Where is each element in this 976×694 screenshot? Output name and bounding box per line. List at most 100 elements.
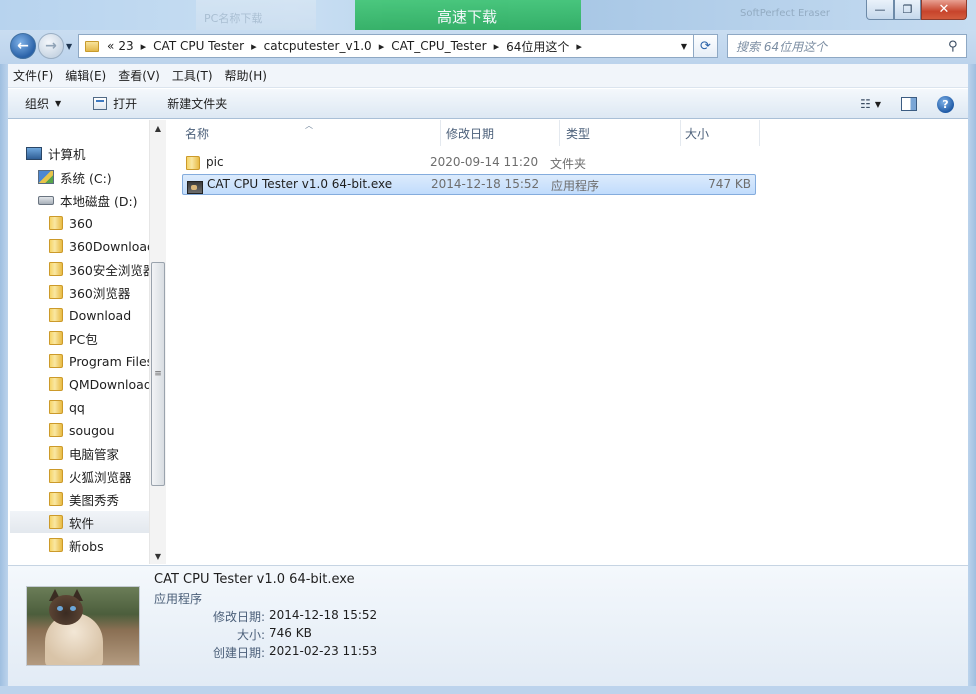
tree-item-folder[interactable]: 新obs [49,534,104,556]
folder-icon [49,538,63,552]
tree-item-folder[interactable]: qq [49,396,85,418]
scroll-up-icon[interactable]: ▲ [150,120,166,136]
tree-item-label: 新obs [69,538,104,554]
column-header-type[interactable]: 类型 [558,120,681,146]
chevron-right-icon[interactable]: ▸ [141,40,147,53]
details-size-label: 大小: [236,628,265,642]
tree-item-label: qq [69,399,85,415]
breadcrumb-item[interactable]: CAT_CPU_Tester [389,39,488,53]
tree-item-folder[interactable]: 360Download [49,235,155,257]
file-date: 2014-12-18 15:52 [431,177,540,191]
tree-item-folder[interactable]: 360安全浏览器 [49,258,155,280]
menu-tools[interactable]: 工具(T) [167,67,218,84]
tree-item-folder[interactable]: 360 [49,212,93,234]
menu-edit[interactable]: 编辑(E) [60,67,111,84]
tree-item-folder[interactable]: QMDownload [49,373,152,395]
cat-eye [70,606,76,611]
minimize-button[interactable]: — [866,0,894,20]
maximize-button[interactable]: ❐ [894,0,921,20]
search-box[interactable]: 搜索 64位用这个 ⚲ [727,34,967,58]
tree-item-label: 计算机 [48,146,86,162]
details-created-label: 创建日期: [212,646,265,660]
details-file-type: 应用程序 [154,592,203,606]
navigation-scrollbar[interactable]: ▲ ≡ ▼ [149,120,166,564]
folder-icon [49,492,63,506]
tree-item-computer[interactable]: 计算机 [26,142,86,164]
refresh-icon[interactable]: ⟳ [694,34,718,58]
tree-item-folder[interactable]: 电脑管家 [49,442,119,464]
search-input[interactable]: 搜索 64位用这个 [736,38,948,55]
tree-item-folder[interactable]: sougou [49,419,115,441]
forward-button[interactable]: → [38,33,64,59]
tree-item-folder[interactable]: PC包 [49,327,98,349]
menu-file[interactable]: 文件(F) [8,67,58,84]
chevron-right-icon[interactable]: ▸ [251,40,257,53]
navigation-bar: ← → ▼ « 23 ▸ CAT CPU Tester ▸ catcputest… [0,30,976,64]
folder-icon [49,423,63,437]
chevron-down-icon: ▼ [55,99,62,108]
help-icon[interactable]: ? [937,95,954,113]
chevron-down-icon[interactable]: ▼ [875,100,881,109]
file-date: 2020-09-14 11:20 [430,155,539,169]
scroll-down-icon[interactable]: ▼ [150,548,166,564]
search-icon[interactable]: ⚲ [948,39,966,54]
file-row-selected[interactable]: CAT CPU Tester v1.0 64-bit.exe 2014-12-1… [182,174,756,195]
tree-item-label: sougou [69,422,115,438]
tree-item-folder[interactable]: 360浏览器 [49,281,130,303]
file-name: pic [206,155,224,169]
organize-button[interactable]: 组织 ▼ [16,95,70,112]
address-dropdown-icon[interactable]: ▼ [681,42,687,51]
file-size: 747 KB [708,177,751,191]
open-button[interactable]: 打开 [84,95,146,112]
column-header-date[interactable]: 修改日期 [438,120,560,146]
chevron-right-icon[interactable]: ▸ [576,40,582,53]
folder-icon [49,262,63,276]
breadcrumb-item[interactable]: 23 [116,39,135,53]
folder-icon [49,285,63,299]
navigation-pane: 计算机 系统 (C:) 本地磁盘 (D:) 360 360Download 36… [8,120,166,564]
address-bar[interactable]: « 23 ▸ CAT CPU Tester ▸ catcputester_v1.… [78,34,694,58]
menu-help[interactable]: 帮助(H) [220,67,272,84]
chevron-right-icon[interactable]: ▸ [379,40,385,53]
tree-item-label: 软件 [69,515,95,531]
folder-icon [49,239,63,253]
tree-item-label: 美图秀秀 [69,492,120,508]
tree-item-folder[interactable]: Program Files [49,350,153,372]
tree-item-drive-d[interactable]: 本地磁盘 (D:) [38,189,138,211]
background-text-3: SoftPerfect Eraser [740,8,830,19]
menu-bar: 文件(F) 编辑(E) 查看(V) 工具(T) 帮助(H) [8,64,968,88]
file-type: 文件夹 [550,157,587,171]
menu-view[interactable]: 查看(V) [113,67,165,84]
recent-pages-dropdown-icon[interactable]: ▼ [66,42,72,51]
file-thumbnail [26,586,140,666]
tree-item-drive-c[interactable]: 系统 (C:) [38,166,112,188]
file-list: ︿ 名称 修改日期 类型 大小 pic 2020-09-14 11:20 文件夹… [167,120,968,564]
cat-face [49,595,83,625]
folder-icon [49,354,63,368]
back-button[interactable]: ← [10,33,36,59]
breadcrumb-item[interactable]: CAT CPU Tester [151,39,246,53]
file-name: CAT CPU Tester v1.0 64-bit.exe [207,177,393,191]
tree-item-folder[interactable]: 火狐浏览器 [49,465,132,487]
tree-item-folder[interactable]: Download [49,304,131,326]
tree-item-folder-selected[interactable]: 软件 [10,511,150,533]
tree-item-folder[interactable]: 美图秀秀 [49,488,119,510]
views-icon[interactable]: ☷ [860,97,871,111]
column-header-size[interactable]: 大小 [677,120,760,146]
folder-icon [49,515,63,529]
breadcrumb-overflow[interactable]: « [105,39,116,53]
folder-icon [49,216,63,230]
breadcrumb-item[interactable]: catcputester_v1.0 [262,39,374,53]
tree-item-label: 360 [69,215,93,231]
chevron-right-icon[interactable]: ▸ [494,40,500,53]
tree-item-label: Download [69,307,132,323]
preview-pane-icon[interactable] [901,97,917,111]
folder-icon [85,40,99,52]
close-button[interactable]: ✕ [921,0,967,20]
file-row-folder[interactable]: pic 2020-09-14 11:20 文件夹 [182,153,756,174]
computer-icon [26,146,42,160]
new-folder-button[interactable]: 新建文件夹 [158,95,236,112]
column-header-name[interactable]: 名称 [177,120,441,146]
scrollbar-thumb[interactable]: ≡ [151,262,165,486]
breadcrumb-item[interactable]: 64位用这个 [504,38,571,55]
